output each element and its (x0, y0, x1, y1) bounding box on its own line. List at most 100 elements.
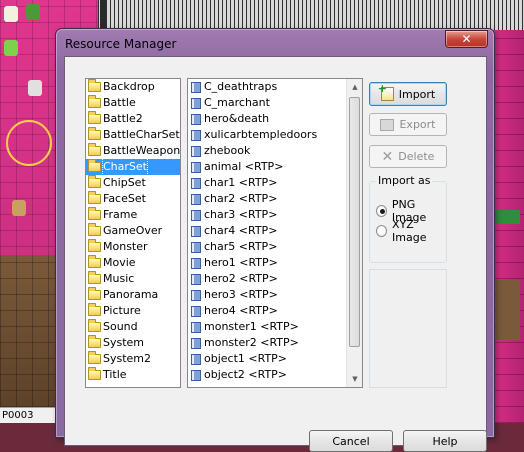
folder-item[interactable]: FaceSet (86, 191, 180, 207)
export-button[interactable]: Export (369, 113, 447, 136)
image-file-icon (191, 353, 201, 365)
file-item-label: hero&death (204, 112, 270, 125)
image-file-icon (191, 161, 201, 173)
file-item-label: hero4 <RTP> (204, 304, 278, 317)
folder-item-label: Panorama (103, 288, 159, 301)
import-icon (378, 82, 394, 101)
scroll-up-arrow-icon[interactable]: ▲ (347, 79, 362, 95)
file-list[interactable]: C_deathtraps C_marchant hero&death xulicarb… (187, 78, 363, 388)
dialog-client-area: Backdrop Battle Battle2 BattleCharSet Battle… (64, 56, 487, 452)
folder-item[interactable]: System2 (86, 351, 180, 367)
scroll-thumb[interactable] (349, 97, 360, 347)
import-as-label: Import as (376, 174, 433, 187)
file-item[interactable]: animal <RTP> (188, 159, 346, 175)
radio-xyz-image[interactable]: XYZ Image (376, 218, 446, 244)
folder-item[interactable]: GameOver (86, 223, 180, 239)
cancel-button[interactable]: Cancel (309, 430, 393, 452)
file-item[interactable]: hero1 <RTP> (188, 255, 346, 271)
file-item[interactable]: monster1 <RTP> (188, 319, 346, 335)
image-file-icon (191, 145, 201, 157)
file-list-scrollbar[interactable]: ▲ ▼ (346, 79, 362, 387)
delete-button[interactable]: ✕ Delete (369, 145, 447, 168)
folder-item-label: ChipSet (103, 176, 146, 189)
delete-button-label: Delete (398, 150, 435, 163)
image-file-icon (191, 177, 201, 189)
file-item[interactable]: char1 <RTP> (188, 175, 346, 191)
folder-item[interactable]: BattleCharSet (86, 127, 180, 143)
file-item[interactable]: hero3 <RTP> (188, 287, 346, 303)
image-file-icon (191, 257, 201, 269)
folder-icon (88, 255, 101, 268)
folder-items: Backdrop Battle Battle2 BattleCharSet Battle… (86, 79, 180, 383)
map-sprite (12, 200, 26, 216)
help-button[interactable]: Help (403, 430, 487, 452)
scroll-down-arrow-icon[interactable]: ▼ (347, 371, 362, 387)
folder-icon (88, 319, 101, 332)
image-file-icon (191, 241, 201, 253)
file-item[interactable]: zhebook (188, 143, 346, 159)
folder-item[interactable]: Monster (86, 239, 180, 255)
tile-palette-strip (98, 0, 524, 30)
file-item[interactable]: char4 <RTP> (188, 223, 346, 239)
import-button-label: Import (398, 87, 436, 101)
folder-item[interactable]: Sound (86, 319, 180, 335)
file-item-label: C_deathtraps (204, 80, 278, 93)
folder-icon (88, 159, 101, 172)
image-file-icon (191, 273, 201, 285)
folder-item-label: System (103, 336, 145, 349)
folder-item[interactable]: Backdrop (86, 79, 180, 95)
folder-item-label: Music (103, 272, 135, 285)
import-button[interactable]: Import (369, 82, 447, 106)
folder-item[interactable]: Frame (86, 207, 180, 223)
file-item-label: animal <RTP> (204, 160, 284, 173)
file-item-label: monster1 <RTP> (204, 320, 299, 333)
folder-item[interactable]: Battle (86, 95, 180, 111)
folder-item[interactable]: Movie (86, 255, 180, 271)
file-item[interactable]: C_marchant (188, 95, 346, 111)
map-sprite (496, 280, 520, 340)
folder-item[interactable]: Panorama (86, 287, 180, 303)
file-items: C_deathtraps C_marchant hero&death xulicarb… (188, 79, 346, 383)
folder-item[interactable]: ChipSet (86, 175, 180, 191)
file-item[interactable]: char3 <RTP> (188, 207, 346, 223)
folder-icon (88, 207, 101, 220)
folder-item[interactable]: System (86, 335, 180, 351)
file-item[interactable]: xulicarbtempledoors (188, 127, 346, 143)
radio-selected-icon[interactable] (376, 205, 387, 217)
file-item[interactable]: hero2 <RTP> (188, 271, 346, 287)
file-item-label: char2 <RTP> (204, 192, 278, 205)
folder-item[interactable]: Battle2 (86, 111, 180, 127)
folder-item[interactable]: BattleWeapon (86, 143, 180, 159)
close-button[interactable]: ✕ (445, 30, 488, 48)
file-item-label: hero2 <RTP> (204, 272, 278, 285)
file-item[interactable]: char2 <RTP> (188, 191, 346, 207)
folder-item[interactable]: Music (86, 271, 180, 287)
file-item[interactable]: C_deathtraps (188, 79, 346, 95)
folder-icon (88, 79, 101, 92)
image-file-icon (191, 129, 201, 141)
folder-item[interactable]: Picture (86, 303, 180, 319)
folder-item[interactable]: Title (86, 367, 180, 383)
folder-icon (88, 367, 101, 380)
file-item[interactable]: hero&death (188, 111, 346, 127)
folder-icon (88, 127, 101, 140)
folder-icon (88, 303, 101, 316)
folder-item-label: BattleCharSet (103, 128, 180, 141)
file-item[interactable]: object2 <RTP> (188, 367, 346, 383)
file-item-label: char4 <RTP> (204, 224, 278, 237)
file-item[interactable]: object1 <RTP> (188, 351, 346, 367)
file-item[interactable]: hero4 <RTP> (188, 303, 346, 319)
radio-unselected-icon[interactable] (376, 225, 388, 237)
file-item[interactable]: monster2 <RTP> (188, 335, 346, 351)
file-item-label: xulicarbtempledoors (204, 128, 318, 141)
folder-item[interactable]: CharSet (86, 158, 180, 176)
preview-panel (369, 269, 447, 388)
folder-list[interactable]: Backdrop Battle Battle2 BattleCharSet Battle… (85, 78, 181, 388)
file-item[interactable]: char5 <RTP> (188, 239, 346, 255)
folder-icon (88, 239, 101, 252)
resource-manager-dialog: Resource Manager ✕ Backdrop Battle Battle2… (55, 28, 495, 452)
folder-item-label: Frame (103, 208, 138, 221)
map-sprite (496, 210, 520, 224)
folder-item-label: CharSet (102, 158, 148, 176)
folder-item-label: FaceSet (103, 192, 146, 205)
